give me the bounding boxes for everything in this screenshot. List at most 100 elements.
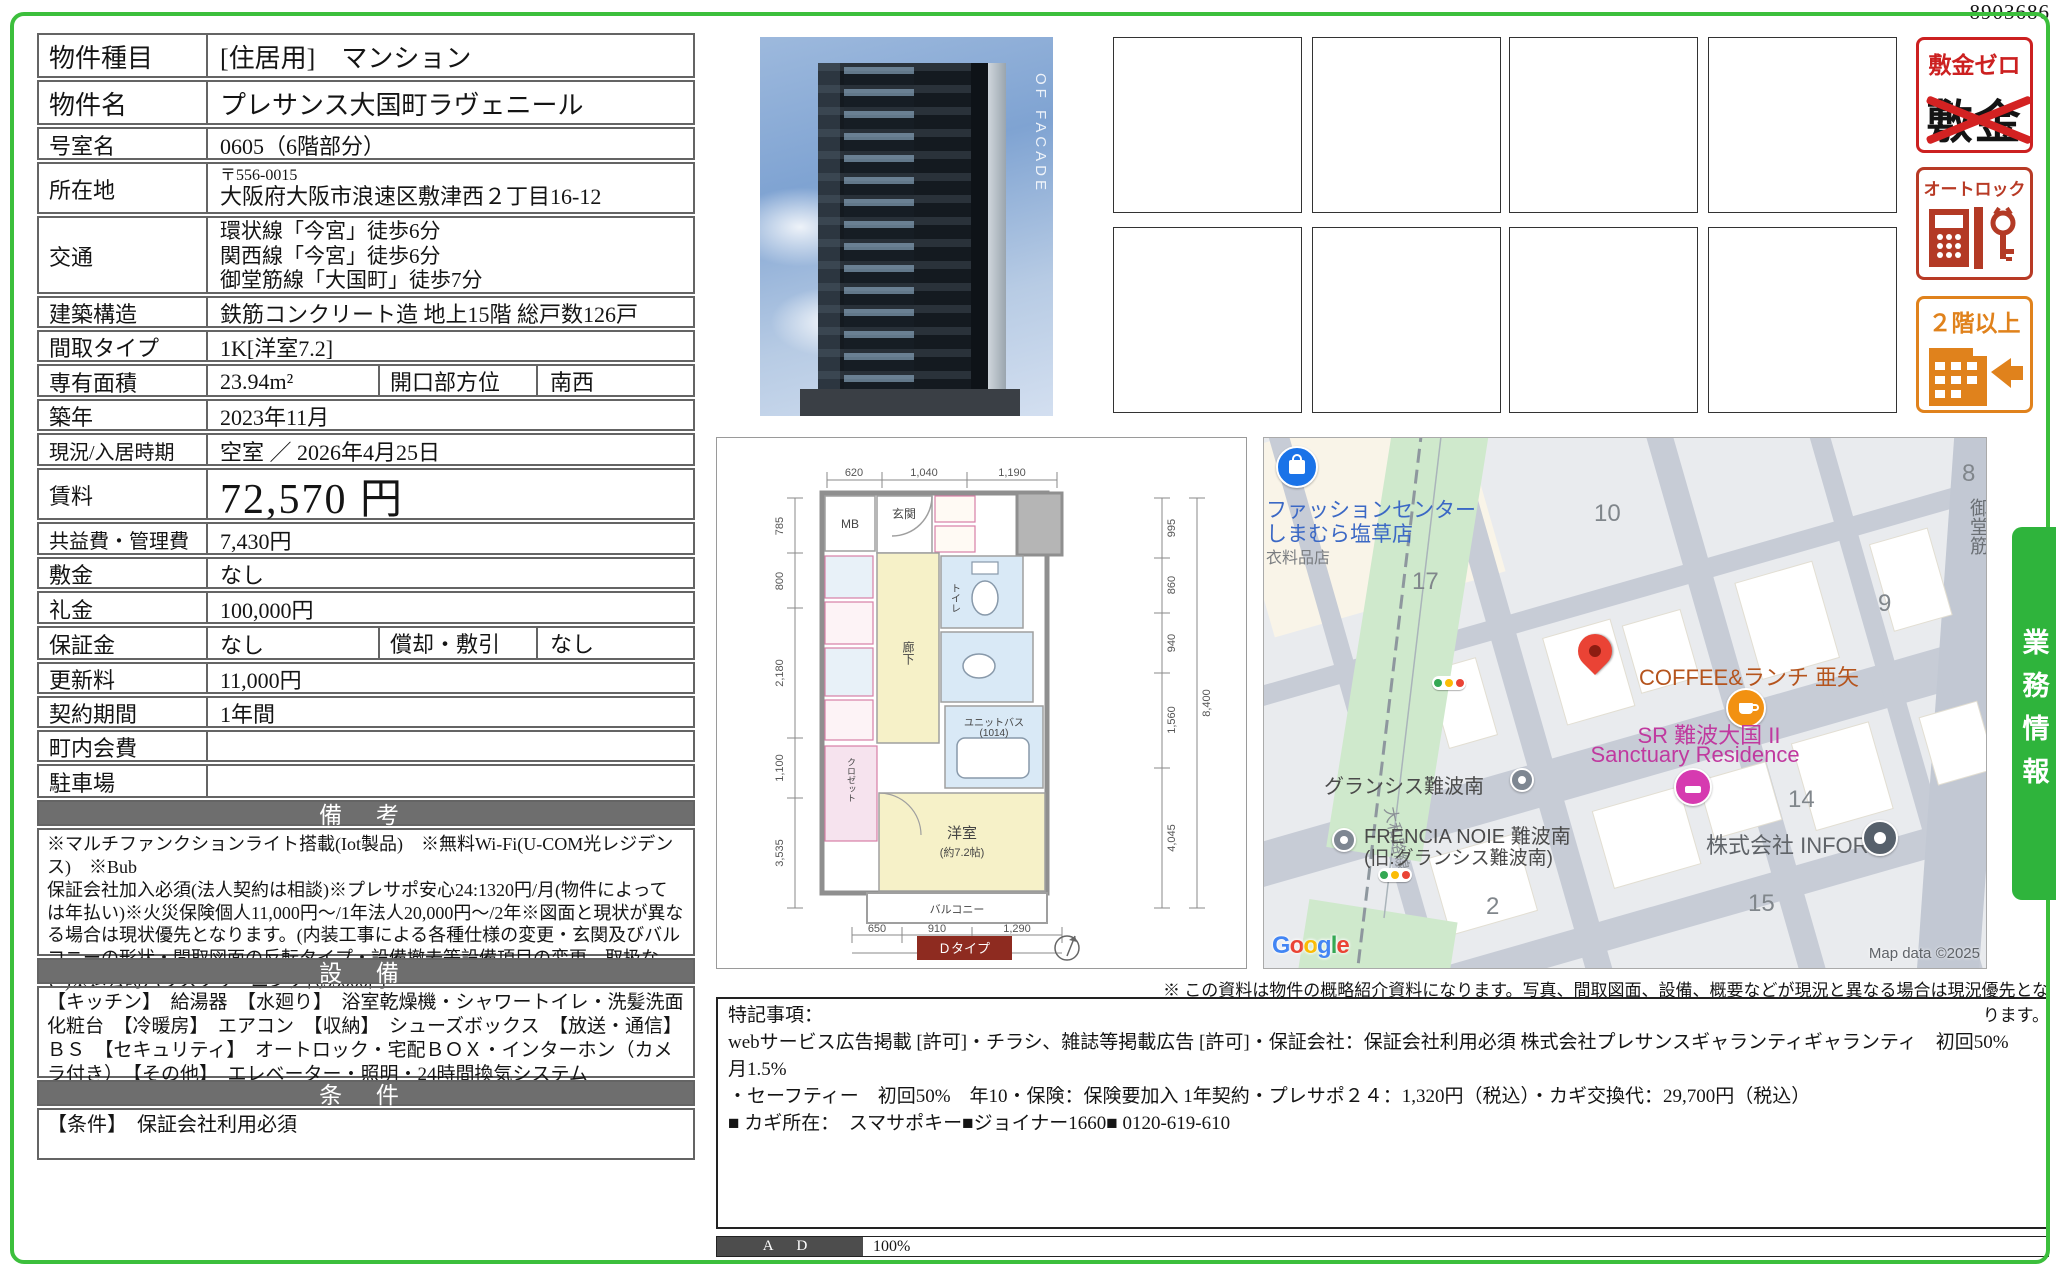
room-label-balcony: バルコニー: [930, 903, 985, 916]
google-logo: Google: [1272, 932, 1349, 960]
row-sublabel: 償却・敷引: [378, 628, 538, 658]
room-label-bath-size: (1014): [980, 728, 1009, 739]
map-block-number: 2: [1486, 893, 1499, 921]
row-value: 環状線「今宮」徒歩6分 関西線「今宮」徒歩6分 御堂筋線「大国町」徒歩7分: [208, 218, 693, 292]
location-map: ファッションセンター しまむら塩草店 衣料品店 10 17 9 8 14 15 …: [1263, 437, 1987, 969]
green-dot: [1380, 871, 1388, 879]
map-block-number: 8: [1962, 460, 1975, 488]
photo-placeholder: [1509, 37, 1698, 213]
room-label-room-size: (約7.2帖): [940, 845, 985, 859]
pin-center-dot: [1587, 643, 1604, 660]
building-arrow-icon: [1923, 338, 2027, 410]
row-label: 物件種目: [39, 35, 208, 76]
badge-autolock: オートロック: [1916, 167, 2033, 280]
ad-percentage: 100%: [873, 1238, 910, 1256]
traffic-light-icon: [1378, 868, 1412, 882]
row-label: 敷金: [39, 559, 208, 587]
address-text: 大阪府大阪市浪速区敷津西２丁目16-12: [220, 184, 601, 210]
row-label: 駐車場: [39, 766, 208, 796]
row-value: 100,000円: [208, 593, 693, 622]
coffee-cup-icon: [1739, 703, 1753, 714]
floorplan-drawing: 620 1,040 1,190 785 800 2,180 1,100 3,53…: [717, 438, 1246, 968]
transport-line: 環状線「今宮」徒歩6分: [220, 219, 441, 244]
room-label-western-room: 洋室: [947, 825, 977, 842]
shop-pin-icon: [1276, 446, 1318, 488]
yellow-dot: [1391, 871, 1399, 879]
map-label-gransis: グランシス難波南: [1324, 770, 1484, 799]
plan-type-label: Ｄタイプ: [938, 941, 990, 956]
place-dot-icon: [1340, 836, 1348, 844]
badge-title: オートロック: [1924, 175, 2026, 200]
special-notes-title: 特記事項：: [728, 1003, 2037, 1030]
equipment-text: 【キッチン】 給湯器 【水廻り】 浴室乾燥機・シャワートイレ・洗髪洗面化粧台 【…: [37, 986, 695, 1078]
map-label-midosuji-road: 御堂筋: [1964, 498, 1987, 555]
dim-label: 785: [774, 517, 786, 535]
badge-no-deposit: 敷金ゼロ 敷金: [1916, 37, 2033, 153]
dim-label: 940: [1166, 634, 1178, 652]
google-letter: e: [1336, 932, 1348, 959]
transport-line: 御堂筋線「大国町」徒歩7分: [220, 268, 483, 293]
business-info-tab-label: 業務情報: [2015, 628, 2054, 800]
remarks-text: ※マルチファンクションライト搭載(Iot製品) ※無料Wi-Fi(U-COM光レ…: [37, 828, 695, 956]
map-block-number: 9: [1878, 590, 1891, 618]
special-notes-line: webサービス広告掲載 [許可]・チラシ、雑誌等掲載広告 [許可]・保証会社：保…: [728, 1030, 2037, 1084]
table-row-type: 物件種目 [住居用] マンション: [37, 33, 695, 78]
table-row-association: 町内会費: [37, 730, 695, 762]
row-label: 契約期間: [39, 698, 208, 726]
property-sheet-page: { "page": {"doc_number": "8903686"}, "ta…: [0, 0, 2056, 1265]
business-info-tab[interactable]: 業務情報: [2012, 527, 2056, 900]
building-windows: [844, 67, 914, 412]
transport-line: 関西線「今宮」徒歩6分: [220, 244, 441, 269]
map-block-number: 15: [1748, 890, 1775, 918]
company-dot-icon: [1874, 832, 1886, 844]
table-row-fees: 共益費・管理費 7,430円: [37, 522, 695, 555]
badge-title: 敷金ゼロ: [1929, 46, 2021, 80]
autolock-intercom-key-icon: [1925, 200, 2025, 276]
dim-label: 4,045: [1166, 824, 1178, 852]
table-row-built: 築年 2023年11月: [37, 399, 695, 431]
equipment-header: 設 備: [37, 958, 695, 984]
table-row-guarantee: 保証金 なし 償却・敷引 なし: [37, 626, 695, 660]
row-value: 11,000円: [208, 664, 693, 692]
photo-placeholder: [1708, 37, 1897, 213]
row-value: [住居用] マンション: [208, 35, 693, 76]
red-dot: [1456, 679, 1464, 687]
dim-label: 995: [1166, 519, 1178, 537]
badge-second-floor-up: ２階以上: [1916, 296, 2033, 413]
row-label: 更新料: [39, 664, 208, 692]
row-value: [208, 766, 693, 796]
row-label: 専有面積: [39, 366, 208, 395]
row-label: 共益費・管理費: [39, 524, 208, 553]
row-subvalue: 南西: [538, 366, 712, 395]
conditions-text: 【条件】 保証会社利用必須: [37, 1108, 695, 1160]
row-value: 空室 ／ 2026年4月25日: [208, 435, 693, 464]
table-row-deposit: 敷金 なし: [37, 557, 695, 589]
room-label-mb: MB: [841, 517, 859, 531]
room-label-toilet: トイレ: [949, 583, 961, 613]
row-label: 現況/入居時期: [39, 435, 208, 464]
table-row-area: 専有面積 23.94m² 開口部方位 南西: [37, 364, 695, 397]
document-number: 8903686: [1940, 0, 2050, 25]
dim-label: 8,400: [1201, 689, 1213, 717]
building-photo: OF FACADE: [760, 37, 1053, 416]
table-row-address: 所在地 〒556-0015 大阪府大阪市浪速区敷津西２丁目16-12: [37, 162, 695, 214]
row-value: 1K[洋室7.2]: [208, 332, 693, 360]
traffic-light-icon: [1432, 676, 1466, 690]
crossed-deposit: 敷金: [1927, 86, 2023, 152]
row-value: 〒556-0015 大阪府大阪市浪速区敷津西２丁目16-12: [208, 164, 693, 212]
table-row-layout: 間取タイプ 1K[洋室7.2]: [37, 330, 695, 362]
map-block-number: 17: [1412, 568, 1439, 596]
google-letter: o: [1290, 932, 1304, 959]
dim-label: 3,535: [774, 839, 786, 867]
dim-label: 1,190: [998, 467, 1026, 479]
row-label: 保証金: [39, 628, 208, 658]
ad-label: A D: [717, 1237, 863, 1256]
row-value: 鉄筋コンクリート造 地上15階 総戸数126戸: [208, 298, 693, 326]
row-value: なし: [208, 559, 693, 587]
row-label: 礼金: [39, 593, 208, 622]
building-edge: [988, 63, 1006, 416]
table-row-parking: 駐車場: [37, 764, 695, 798]
building-base: [800, 389, 1020, 416]
map-label-frencia-old: (旧:グランシス難波南): [1364, 843, 1553, 870]
row-label: 賃料: [39, 470, 208, 518]
